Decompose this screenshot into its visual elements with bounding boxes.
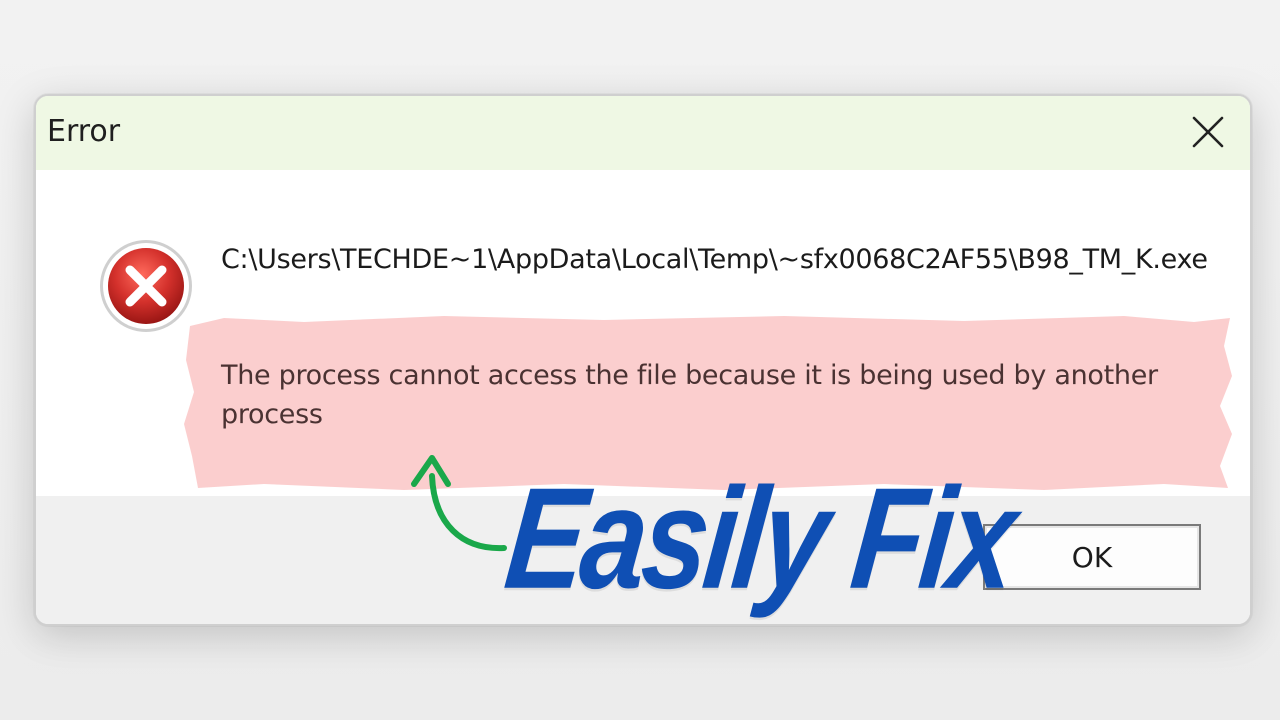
error-message: The process cannot access the file becau… [221, 360, 1158, 430]
headline-overlay: Easily Fix [498, 458, 1021, 620]
close-icon [1192, 116, 1224, 148]
dialog-title: Error [47, 114, 121, 149]
close-button[interactable] [1184, 110, 1230, 156]
file-path-text: C:\Users\TECHDE~1\AppData\Local\Temp\~sf… [221, 244, 1208, 275]
curved-arrow-icon [411, 455, 507, 552]
error-x-icon [100, 240, 192, 332]
ok-button[interactable]: OK [983, 524, 1201, 590]
title-bar[interactable]: Error [36, 96, 1250, 170]
